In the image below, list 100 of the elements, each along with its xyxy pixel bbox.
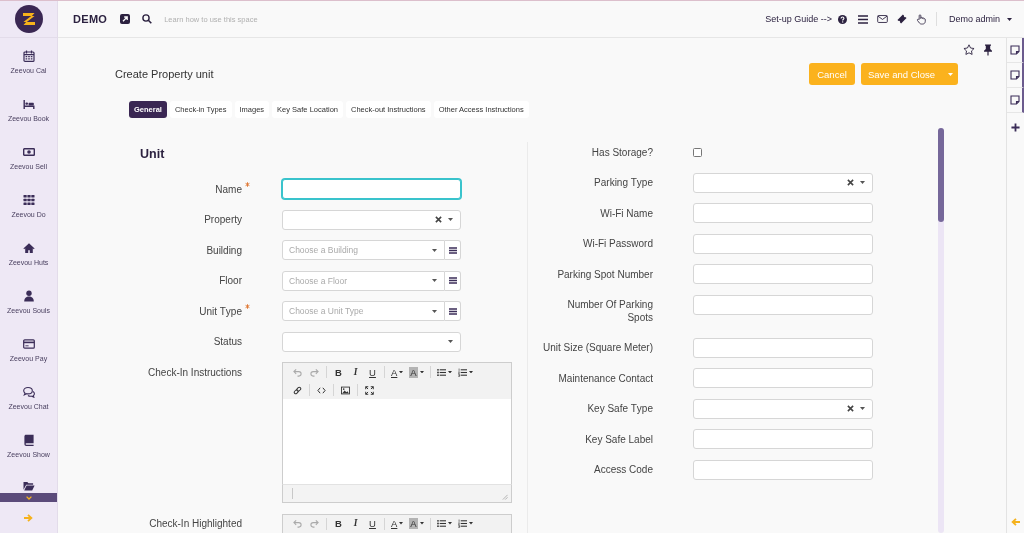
book-icon <box>22 434 35 446</box>
help-icon[interactable] <box>837 14 847 24</box>
text-field[interactable] <box>693 233 873 254</box>
bold-button[interactable]: B <box>330 515 347 532</box>
chevron-down-icon <box>25 495 32 500</box>
redo-icon <box>310 519 319 528</box>
select-field[interactable] <box>282 209 461 230</box>
caret-icon <box>432 309 437 313</box>
bullet-list-icon <box>436 519 446 528</box>
text-field[interactable] <box>693 368 873 388</box>
field-label: Floor <box>218 274 242 288</box>
caret-icon <box>468 522 473 525</box>
caret-icon <box>947 72 953 76</box>
text-field[interactable] <box>693 429 873 449</box>
highlight-button[interactable]: A <box>406 364 427 380</box>
note-icon[interactable] <box>1009 70 1020 80</box>
caret-icon <box>468 370 473 374</box>
bed-icon <box>22 98 35 110</box>
plus-icon[interactable] <box>1011 123 1020 132</box>
field-label: Check-In Highlighted <box>148 517 242 531</box>
text-field[interactable] <box>693 294 873 315</box>
external-link-icon[interactable] <box>120 14 131 24</box>
fullscreen-icon <box>365 385 374 395</box>
code-icon <box>317 385 326 395</box>
grid-icon <box>22 194 35 206</box>
brand-name: DEMO <box>73 13 108 25</box>
note-icon[interactable] <box>1009 95 1020 105</box>
field-label: Key Safe Type <box>586 402 653 416</box>
underline-button[interactable]: U <box>364 515 381 532</box>
calendar-icon <box>22 50 35 62</box>
field-label: Unit Type <box>198 304 242 319</box>
caret-icon <box>399 370 404 374</box>
resize-grip-icon[interactable] <box>502 494 508 500</box>
numbered-list-icon <box>457 367 467 377</box>
text-field[interactable] <box>282 179 461 199</box>
field-label: Property <box>203 213 242 227</box>
setup-guide-link[interactable]: Set-up Guide --> <box>765 14 832 24</box>
caret-icon <box>860 407 865 410</box>
text-field[interactable] <box>693 459 873 480</box>
clear-icon[interactable] <box>847 405 854 412</box>
select-field[interactable] <box>693 398 873 419</box>
field-label: Building <box>205 243 242 258</box>
text-field[interactable] <box>693 337 873 358</box>
link-icon <box>293 385 302 395</box>
text-field[interactable] <box>693 203 873 223</box>
search-icon[interactable] <box>142 14 153 24</box>
field-label: Parking Spot Number <box>556 267 653 282</box>
user-menu[interactable]: Demo admin <box>948 14 1012 24</box>
scrollbar-thumb[interactable] <box>938 128 944 222</box>
field-label: Status <box>212 335 242 349</box>
select-field[interactable] <box>693 172 873 193</box>
section-title: Unit <box>140 146 166 162</box>
field-label: Wi-Fi Name <box>599 206 653 221</box>
field-label: Name <box>214 182 242 197</box>
list-icon <box>448 307 457 315</box>
italic-button[interactable]: I <box>347 364 364 380</box>
folder-icon <box>22 480 35 492</box>
bold-button[interactable]: B <box>330 364 347 380</box>
note-icon[interactable] <box>1009 45 1020 55</box>
undo-icon <box>293 519 302 528</box>
font-color-button[interactable]: A <box>388 515 407 532</box>
user-icon <box>22 290 35 302</box>
text-field[interactable] <box>693 264 873 284</box>
caret-icon <box>432 279 437 282</box>
caret-icon <box>447 522 452 525</box>
ticket-icon[interactable] <box>896 14 907 24</box>
logo-icon[interactable] <box>14 5 43 33</box>
field-label: Access Code <box>593 463 653 477</box>
underline-button[interactable]: U <box>364 364 381 380</box>
highlight-button[interactable]: A <box>406 515 427 532</box>
star-icon[interactable] <box>963 44 975 56</box>
field-label: Number Of Parking Spots <box>566 298 653 325</box>
clear-icon[interactable] <box>435 216 442 223</box>
list-icon <box>448 277 457 284</box>
select-field[interactable] <box>282 331 461 352</box>
field-label: Check-In Instructions <box>147 365 242 380</box>
list-button[interactable] <box>445 270 461 291</box>
list-button[interactable] <box>445 301 461 321</box>
menu-icon[interactable] <box>857 14 868 24</box>
field-label: Wi-Fi Password <box>582 237 653 251</box>
hand-pointer-icon[interactable] <box>915 13 926 25</box>
field-label: Maintenance Contact <box>557 371 653 386</box>
undo-icon <box>293 367 302 377</box>
checkbox[interactable] <box>693 147 702 157</box>
field-label: Parking Type <box>593 176 653 190</box>
dropdown-toggle[interactable] <box>942 63 958 85</box>
list-button[interactable] <box>445 240 461 260</box>
page-title: Create Property unit <box>115 68 215 80</box>
list-icon <box>448 246 457 254</box>
pin-icon[interactable] <box>983 44 993 56</box>
scrollbar[interactable] <box>938 128 944 533</box>
field-label: Has Storage? <box>590 145 653 160</box>
font-color-button[interactable]: A <box>388 364 407 380</box>
banknote-icon <box>22 146 35 158</box>
envelope-icon[interactable] <box>876 15 888 23</box>
italic-button[interactable]: I <box>347 515 364 532</box>
caret-icon <box>448 340 453 343</box>
caret-icon <box>1007 17 1012 21</box>
image-icon <box>341 385 350 395</box>
clear-icon[interactable] <box>847 179 854 186</box>
